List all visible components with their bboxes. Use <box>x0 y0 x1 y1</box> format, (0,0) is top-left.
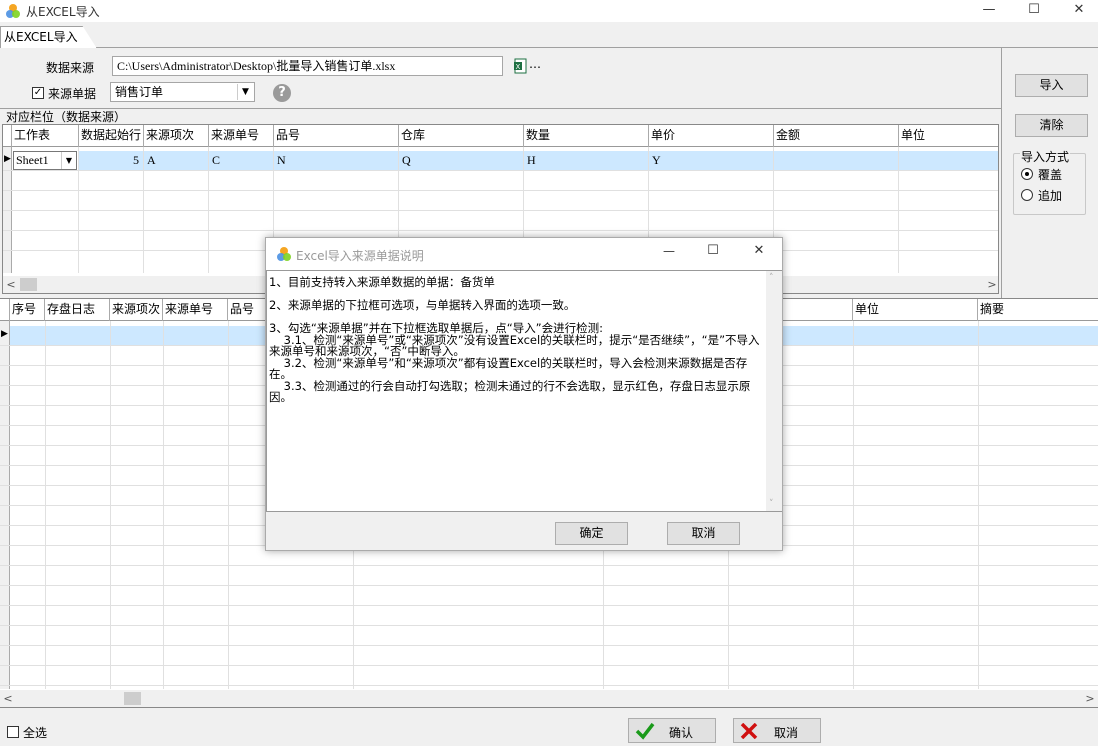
column-header[interactable]: 来源单号 <box>209 125 274 147</box>
chevron-right-icon[interactable]: > <box>1082 690 1098 707</box>
minimize-icon[interactable]: — <box>654 244 684 258</box>
column-header[interactable]: 存盘日志 <box>45 299 110 321</box>
source-doc-value: 销售订单 <box>115 85 164 99</box>
column-header[interactable]: 单价 <box>649 125 774 147</box>
column-header[interactable]: 序号 <box>10 299 45 321</box>
cross-icon <box>740 723 758 739</box>
column-header[interactable]: 单位 <box>899 125 998 147</box>
browse-button[interactable]: X … <box>514 57 542 75</box>
svg-text:X: X <box>516 63 521 71</box>
dialog-title: Excel导入来源单据说明 <box>296 249 424 263</box>
column-header[interactable]: 金额 <box>774 125 899 147</box>
browse-ellipsis: … <box>529 57 541 71</box>
sheet-select[interactable]: Sheet1 ▼ <box>13 151 77 170</box>
scroll-thumb[interactable] <box>124 692 141 705</box>
dialog-vscrollbar[interactable]: ˄ ˅ <box>766 270 782 512</box>
cancel-label: 取消 <box>774 726 799 740</box>
help-dialog: Excel导入来源单据说明 — ☐ ✕ 1、目前支持转入来源单数据的单据：备货单… <box>265 237 783 551</box>
source-label: 数据来源 <box>46 61 95 75</box>
amount-cell[interactable] <box>775 151 777 170</box>
import-mode-label: 导入方式 <box>1020 148 1071 165</box>
start-row-cell[interactable]: 5 <box>79 151 142 170</box>
dialog-title-bar: Excel导入来源单据说明 — ☐ ✕ <box>266 238 782 270</box>
title-bar: 从EXCEL导入 — ☐ ✕ <box>0 0 1098 22</box>
price-cell[interactable]: Y <box>650 151 661 170</box>
tab-strip <box>0 26 1098 48</box>
column-header[interactable]: 数量 <box>524 125 649 147</box>
column-header[interactable]: 来源项次 <box>110 299 163 321</box>
source-doc-label: 来源单据 <box>48 87 97 101</box>
scroll-thumb[interactable] <box>20 278 37 291</box>
mapping-divider <box>0 108 1001 109</box>
chevron-up-icon[interactable]: ˄ <box>769 273 774 283</box>
current-row-arrow-icon: ▶ <box>1 329 8 339</box>
maximize-icon[interactable]: ☐ <box>1011 0 1057 22</box>
result-hscrollbar[interactable]: < > <box>0 690 1098 707</box>
current-row-arrow-icon: ▶ <box>4 154 11 164</box>
column-header[interactable]: 摘要 <box>978 299 1098 321</box>
close-icon[interactable]: ✕ <box>744 243 774 258</box>
source-no-cell[interactable]: C <box>210 151 220 170</box>
row-indicator-header <box>0 299 10 321</box>
overwrite-label: 覆盖 <box>1038 168 1063 182</box>
help-icon[interactable]: ? <box>273 84 291 102</box>
column-header[interactable]: 工作表 <box>12 125 79 147</box>
clear-button[interactable]: 清除 <box>1015 114 1088 137</box>
cancel-button[interactable]: 取消 <box>733 718 821 743</box>
unit-cell[interactable] <box>900 151 902 170</box>
quantity-cell[interactable]: H <box>525 151 536 170</box>
import-button[interactable]: 导入 <box>1015 74 1088 97</box>
item-no-cell[interactable]: N <box>275 151 286 170</box>
column-header[interactable]: 品号 <box>274 125 399 147</box>
close-icon[interactable]: ✕ <box>1056 0 1098 22</box>
source-path-field[interactable]: C:\Users\Administrator\Desktop\批量导入销售订单.… <box>112 56 503 76</box>
excel-file-icon: X <box>514 58 527 74</box>
source-item-cell[interactable]: A <box>145 151 156 170</box>
column-header[interactable]: 单位 <box>853 299 978 321</box>
chevron-down-icon: ▼ <box>237 84 253 100</box>
maximize-icon[interactable]: ☐ <box>698 243 728 258</box>
mapping-grid-header: 工作表 数据起始行 来源项次 来源单号 品号 仓库 数量 单价 金额 单位 <box>3 125 998 147</box>
append-label: 追加 <box>1038 189 1063 203</box>
mapping-section-label: 对应栏位（数据来源） <box>6 110 127 124</box>
warehouse-cell[interactable]: Q <box>400 151 411 170</box>
source-doc-select[interactable]: 销售订单 ▼ <box>110 82 255 102</box>
confirm-label: 确认 <box>669 726 694 740</box>
chevron-down-icon: ▼ <box>61 152 76 169</box>
chevron-right-icon[interactable]: > <box>984 276 998 293</box>
column-header[interactable]: 来源项次 <box>144 125 209 147</box>
app-logo-icon <box>6 4 20 18</box>
chevron-down-icon[interactable]: ˅ <box>769 499 774 509</box>
source-doc-checkbox[interactable]: ✓ <box>32 87 44 99</box>
dialog-ok-button[interactable]: 确定 <box>555 522 628 545</box>
tab-excel-import[interactable]: 从EXCEL导入 <box>0 26 97 48</box>
chevron-left-icon[interactable]: < <box>3 276 19 293</box>
row-indicator-header <box>3 125 12 147</box>
minimize-icon[interactable]: — <box>966 0 1012 22</box>
dialog-message: 1、目前支持转入来源单数据的单据：备货单 2、来源单据的下拉框可选项，与单据转入… <box>266 270 766 512</box>
checkmark-icon <box>635 722 655 740</box>
column-header[interactable]: 数据起始行 <box>79 125 144 147</box>
app-logo-icon <box>277 247 291 261</box>
confirm-button[interactable]: 确认 <box>628 718 716 743</box>
window-title: 从EXCEL导入 <box>26 5 100 19</box>
dialog-cancel-button[interactable]: 取消 <box>667 522 740 545</box>
panel-divider <box>1001 48 1002 298</box>
select-all-label: 全选 <box>23 726 48 740</box>
append-radio[interactable] <box>1021 189 1033 201</box>
chevron-left-icon[interactable]: < <box>0 690 16 707</box>
sheet-value: Sheet1 <box>16 153 49 167</box>
select-all-checkbox[interactable] <box>7 726 19 738</box>
overwrite-radio[interactable] <box>1021 168 1033 180</box>
column-header[interactable]: 来源单号 <box>163 299 228 321</box>
column-header[interactable]: 仓库 <box>399 125 524 147</box>
